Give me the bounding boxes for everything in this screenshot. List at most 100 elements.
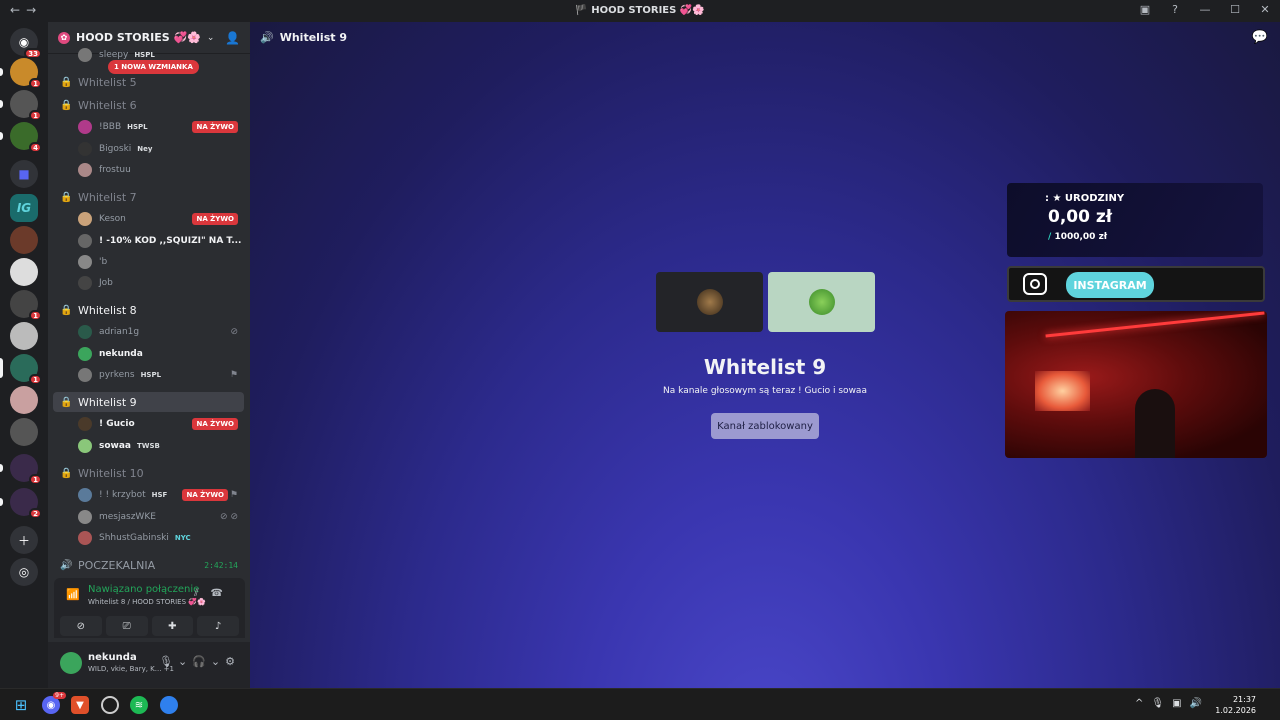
server-folder-icon[interactable]: 1 xyxy=(0,454,42,485)
add-server-icon[interactable]: ＋ xyxy=(10,526,38,554)
member-name: Bigoski xyxy=(99,144,132,154)
server-icon[interactable]: 1 xyxy=(0,90,42,121)
server-icon[interactable] xyxy=(10,226,38,254)
voice-controls: ⫽☎ xyxy=(194,588,235,599)
microphone-icon[interactable]: 🎙 xyxy=(1151,698,1172,709)
deafened-icon: ⊘ ⊘ xyxy=(220,512,238,522)
discord-home-icon[interactable]: ◉ 33 xyxy=(10,28,42,59)
server-icon[interactable] xyxy=(10,322,38,350)
chevron-down-icon[interactable]: ⌄ xyxy=(211,655,225,668)
server-icon[interactable]: IG xyxy=(10,194,38,222)
voice-member[interactable]: ! Gucio NA ŻYWO xyxy=(48,414,250,434)
voice-member[interactable]: mesjaszWKE ⊘ ⊘ xyxy=(48,507,250,527)
channel-name: Whitelist 10 xyxy=(78,466,144,480)
channel-whitelist-6[interactable]: 🔒 Whitelist 6 xyxy=(48,95,250,115)
goal-value: 1000,00 zł xyxy=(1054,232,1108,242)
server-icon[interactable] xyxy=(10,386,38,414)
server-icon[interactable]: 1 xyxy=(10,290,42,321)
chat-icon[interactable]: 💬 xyxy=(1252,30,1268,45)
help-icon[interactable]: ? xyxy=(1168,3,1182,16)
server-icon[interactable] xyxy=(10,418,38,446)
avatar xyxy=(78,163,92,177)
app-icon[interactable] xyxy=(101,696,119,714)
volume-icon[interactable]: 🔊 xyxy=(1190,698,1210,709)
lock-icon: 🔒 xyxy=(60,396,73,408)
flag-icon: ⚑ xyxy=(229,370,238,380)
signal-icon[interactable]: 📶 xyxy=(66,588,80,601)
voice-member[interactable]: ! ! krzybot HSF NA ŻYWO ⚑ xyxy=(48,485,250,505)
spotify-icon[interactable]: ≋ xyxy=(130,696,148,714)
inbox-icon[interactable]: ▣ xyxy=(1138,3,1152,16)
clock[interactable]: 21:37 1.02.2026 xyxy=(1215,694,1256,716)
avatar xyxy=(808,289,835,315)
member-tag: HSPL xyxy=(134,51,155,59)
brave-icon[interactable]: ▼ xyxy=(71,696,89,714)
avatar[interactable] xyxy=(60,652,82,674)
server-icon[interactable]: 1 xyxy=(0,58,42,89)
voice-member[interactable]: Job xyxy=(48,273,250,293)
windows-start-icon[interactable]: ⊞ xyxy=(12,696,30,714)
microphone-icon[interactable]: 🎙 xyxy=(159,655,178,668)
chevron-down-icon[interactable]: ⌄ xyxy=(178,655,192,668)
voice-member[interactable]: ! -10% KOD ,,SQUIZI" NA T... xyxy=(48,231,250,251)
voice-member[interactable]: frostuu xyxy=(48,160,250,180)
server-icon[interactable]: 4 xyxy=(0,122,42,153)
discord-taskbar-icon[interactable]: ◉ 9+ xyxy=(42,692,66,714)
minimize-icon[interactable]: — xyxy=(1198,3,1212,16)
activities-button[interactable]: ✚ xyxy=(151,616,194,636)
voice-member[interactable]: !BBB HSPL NA ŻYWO xyxy=(48,117,250,137)
member-name: nekunda xyxy=(99,349,143,359)
voice-member[interactable]: Bigoski Ney xyxy=(48,139,250,159)
voice-member[interactable]: ShhustGabinski NYC xyxy=(48,528,250,548)
server-icon[interactable]: 1 xyxy=(0,354,42,385)
unread-badge: 1 xyxy=(29,374,42,385)
close-icon[interactable]: ✕ xyxy=(1258,3,1272,16)
voice-member[interactable]: 'b xyxy=(48,252,250,272)
speaker-icon: 🔊 xyxy=(60,559,73,571)
discover-icon[interactable]: ◎ xyxy=(10,558,38,586)
voice-member[interactable]: Keson NA ŻYWO xyxy=(48,209,250,229)
disconnect-icon[interactable]: ☎ xyxy=(211,588,235,599)
network-icon[interactable]: ▣ xyxy=(1172,698,1189,709)
member-name: ! -10% KOD ,,SQUIZI" NA T... xyxy=(99,236,242,246)
channel-name: Whitelist 8 xyxy=(78,303,137,317)
maximize-icon[interactable]: ☐ xyxy=(1228,3,1242,16)
gear-icon[interactable]: ⚙ xyxy=(225,655,240,668)
voice-member[interactable]: nekunda xyxy=(48,344,250,364)
soundboard-button[interactable]: ♪ xyxy=(197,616,239,636)
voice-status[interactable]: Nawiązano połączenie xyxy=(88,584,199,595)
channel-whitelist-10[interactable]: 🔒 Whitelist 10 xyxy=(48,463,250,483)
user-name[interactable]: nekunda xyxy=(88,652,137,663)
member-name: 'b xyxy=(99,257,108,267)
channel-name: Whitelist 7 xyxy=(78,190,137,204)
channel-whitelist-9[interactable]: 🔒 Whitelist 9 xyxy=(53,392,244,412)
folder-icon[interactable]: ■ xyxy=(10,160,38,188)
avatar xyxy=(78,347,92,361)
participant-tile[interactable] xyxy=(768,272,875,332)
participant-tile[interactable] xyxy=(656,272,763,332)
channel-whitelist-8[interactable]: 🔒 Whitelist 8 xyxy=(48,300,250,320)
screen-share-button[interactable]: ⎚ xyxy=(105,616,148,636)
lock-icon: 🔒 xyxy=(60,99,73,111)
channel-poczekalnia[interactable]: 🔊 POCZEKALNIA 2:42:14 xyxy=(48,555,250,575)
member-name: Keson xyxy=(99,214,126,224)
noise-suppression-icon[interactable]: ⫽ xyxy=(194,588,210,599)
channel-whitelist-7[interactable]: 🔒 Whitelist 7 xyxy=(48,187,250,207)
member-name: sleepy xyxy=(99,50,129,60)
chevron-up-icon[interactable]: ^ xyxy=(1135,698,1151,709)
window-title: 🏴 HOOD STORIES 💞🌸 xyxy=(575,5,705,16)
voice-member[interactable]: pyrkens HSPL ⚑ xyxy=(48,365,250,385)
app-icon[interactable] xyxy=(160,696,178,714)
channel-whitelist-5[interactable]: 🔒 Whitelist 5 xyxy=(48,72,250,92)
server-folder-icon[interactable]: 2 xyxy=(0,488,42,519)
camera-off-button[interactable]: ⊘ xyxy=(60,616,102,636)
voice-member[interactable]: adrian1g ⊘ xyxy=(48,322,250,342)
add-friend-icon[interactable]: 👤 xyxy=(225,31,240,45)
channel-locked-button[interactable]: Kanał zablokowany xyxy=(711,413,819,439)
voice-member[interactable]: sowaa TWSB xyxy=(48,436,250,456)
voice-location[interactable]: Whitelist 8 / HOOD STORIES 💞🌸 xyxy=(88,598,206,606)
webcam-stream[interactable] xyxy=(1005,311,1267,458)
server-icon[interactable] xyxy=(10,258,38,286)
unread-badge: 1 xyxy=(29,310,42,321)
headphones-icon[interactable]: 🎧 xyxy=(192,655,211,668)
